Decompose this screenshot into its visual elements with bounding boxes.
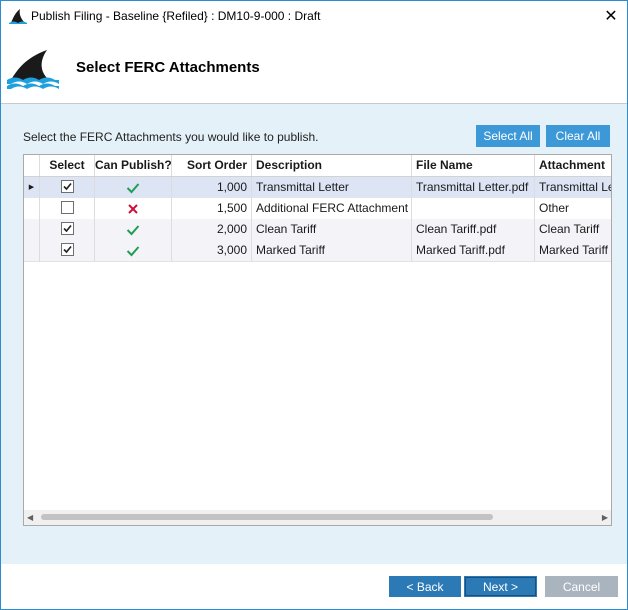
red-x-icon [128, 204, 138, 214]
row-indicator [24, 219, 40, 240]
row-indicator [24, 198, 40, 219]
select-cell[interactable] [40, 219, 95, 240]
green-check-icon [126, 225, 140, 236]
file-name-cell: Marked Tariff.pdf [412, 240, 535, 261]
sort-order-cell: 2,000 [172, 219, 252, 240]
scroll-left-icon[interactable]: ◀ [27, 513, 33, 522]
green-check-icon [126, 246, 140, 257]
page-title: Select FERC Attachments [76, 59, 260, 76]
green-check-icon [126, 183, 140, 194]
table-row[interactable]: 3,000 Marked Tariff Marked Tariff.pdf Ma… [24, 240, 611, 262]
description-cell: Clean Tariff [252, 219, 412, 240]
shark-fin-logo-icon [7, 50, 59, 89]
clear-all-button[interactable]: Clear All [546, 125, 610, 147]
select-cell[interactable] [40, 177, 95, 198]
description-cell: Marked Tariff [252, 240, 412, 261]
file-name-cell: Clean Tariff.pdf [412, 219, 535, 240]
cancel-button[interactable]: Cancel [545, 576, 618, 597]
table-row[interactable]: 2,000 Clean Tariff Clean Tariff.pdf Clea… [24, 219, 611, 241]
content-panel: Select the FERC Attachments you would li… [1, 104, 627, 564]
select-checkbox[interactable] [60, 222, 74, 236]
row-indicator [24, 240, 40, 261]
publish-filing-dialog: Publish Filing - Baseline {Refiled} : DM… [0, 0, 628, 610]
column-header-file-name[interactable]: File Name [412, 155, 535, 176]
column-header-sort-order[interactable]: Sort Order [172, 155, 252, 176]
select-checkbox[interactable] [60, 243, 74, 257]
row-indicator-header [24, 155, 40, 176]
window-title: Publish Filing - Baseline {Refiled} : DM… [31, 9, 321, 23]
app-logo-icon [9, 9, 27, 24]
attachment-cell: Other [539, 201, 570, 215]
file-name-cell: Transmittal Letter.pdf [412, 177, 535, 198]
column-header-description[interactable]: Description [252, 155, 412, 176]
close-button[interactable]: ✕ [595, 1, 627, 31]
scrollbar-thumb[interactable] [41, 514, 493, 520]
checkmark-icon [62, 183, 72, 191]
scroll-right-icon[interactable]: ▶ [602, 513, 608, 522]
back-button[interactable]: < Back [389, 576, 461, 597]
column-header-select[interactable]: Select [40, 155, 95, 176]
attachment-cell: Transmittal Letter [539, 180, 611, 194]
select-checkbox[interactable] [60, 201, 74, 215]
sort-order-cell: 1,500 [172, 198, 252, 219]
sort-order-cell: 1,000 [172, 177, 252, 198]
table-row[interactable]: ▶ 1,000 Transmittal Letter Transmittal L… [24, 177, 611, 199]
horizontal-scrollbar[interactable]: ◀ ▶ [24, 510, 611, 525]
column-header-can-publish[interactable]: Can Publish? [95, 155, 172, 176]
select-checkbox[interactable] [60, 180, 74, 194]
can-publish-cell [95, 219, 172, 240]
grid-header-row: Select Can Publish? Sort Order Descripti… [24, 155, 611, 177]
checkmark-icon [62, 246, 72, 254]
description-cell: Additional FERC Attachment [252, 198, 412, 219]
can-publish-cell [95, 240, 172, 261]
instruction-text: Select the FERC Attachments you would li… [23, 130, 319, 144]
file-name-cell [412, 198, 535, 219]
can-publish-cell [95, 177, 172, 198]
attachments-grid: Select Can Publish? Sort Order Descripti… [23, 154, 612, 526]
title-bar: Publish Filing - Baseline {Refiled} : DM… [1, 1, 627, 31]
close-icon: ✕ [604, 8, 618, 25]
attachment-cell: Clean Tariff [539, 222, 600, 236]
grid-body: Select Can Publish? Sort Order Descripti… [24, 155, 611, 510]
select-cell[interactable] [40, 198, 95, 219]
wizard-header: Select FERC Attachments [1, 31, 627, 104]
next-button[interactable]: Next > [464, 576, 537, 597]
checkmark-icon [62, 225, 72, 233]
description-cell: Transmittal Letter [252, 177, 412, 198]
select-cell[interactable] [40, 240, 95, 261]
select-all-button[interactable]: Select All [476, 125, 540, 147]
wizard-footer: < Back Next > Cancel [1, 564, 627, 609]
current-row-arrow-icon: ▶ [24, 177, 40, 198]
sort-order-cell: 3,000 [172, 240, 252, 261]
column-header-attachment[interactable]: Attachment [535, 155, 611, 176]
attachment-cell: Marked Tariff [539, 243, 608, 257]
table-row[interactable]: 1,500 Additional FERC Attachment Other [24, 198, 611, 220]
can-publish-cell [95, 198, 172, 219]
